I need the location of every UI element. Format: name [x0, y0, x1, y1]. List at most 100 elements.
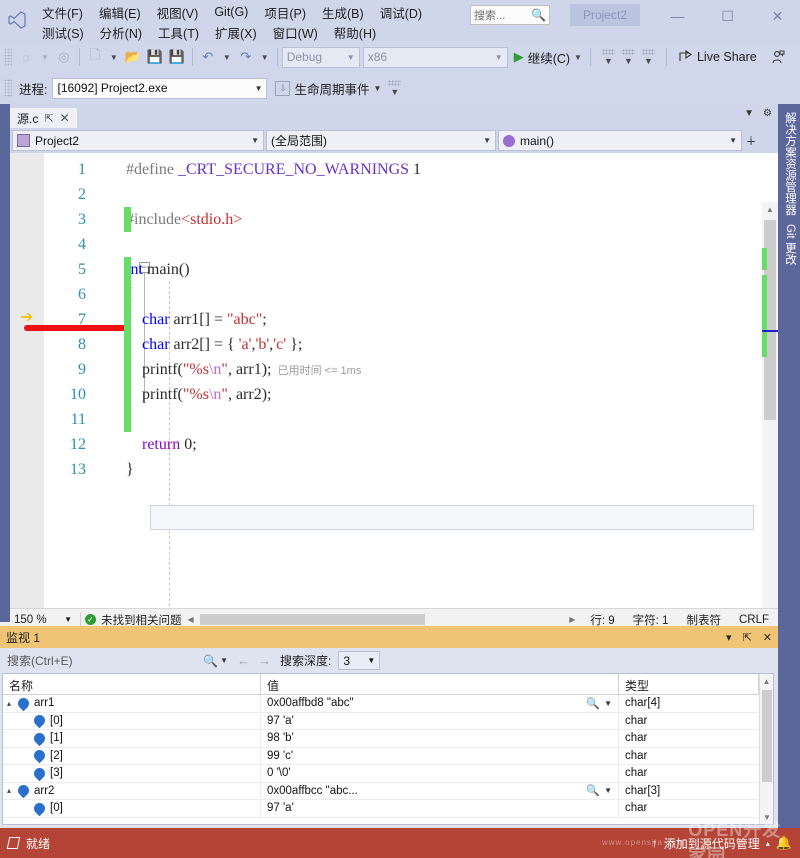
tab-list-chevron-down-icon[interactable]: ▼ — [744, 108, 754, 119]
menu-help[interactable]: 帮助(H) — [326, 21, 384, 44]
code-line[interactable]: 10 printf("%s\n", arr2); — [10, 382, 778, 407]
navigate-back-icon[interactable]: ◌ — [15, 46, 37, 68]
value-visualizer[interactable]: 🔍 ▼ — [586, 784, 612, 797]
close-icon[interactable]: ✕ — [60, 111, 70, 125]
menu-window[interactable]: 窗口(W) — [265, 21, 326, 44]
code-line[interactable]: 6{ — [10, 282, 778, 307]
column-header-type[interactable]: 类型 — [619, 674, 759, 694]
value-visualizer[interactable]: 🔍 ▼ — [586, 697, 612, 710]
zoom-level-combo[interactable]: 150 % ▼ — [10, 614, 76, 626]
watch-scroll-down-icon[interactable]: ▼ — [760, 810, 773, 824]
visualizer-chevron-down-icon[interactable]: ▼ — [604, 786, 612, 795]
cell-value[interactable]: 0 '\0' — [261, 765, 619, 782]
code-line[interactable]: 9 printf("%s\n", arr1); 已用时间 <= 1ms — [10, 357, 778, 382]
code-line[interactable]: 3 #include<stdio.h> — [10, 207, 778, 232]
continue-play-icon[interactable]: ▶ — [508, 49, 528, 65]
search-depth-combo[interactable]: 3 ▼ — [338, 651, 381, 670]
column-header-value[interactable]: 值 — [261, 674, 619, 694]
nav-project-combo[interactable]: Project2 ▼ — [12, 130, 264, 151]
back-chevron-down-icon[interactable]: ▼ — [37, 53, 53, 62]
hscroll-track[interactable] — [196, 614, 567, 625]
split-view-icon[interactable]: ∔ — [744, 134, 758, 148]
scroll-up-arrow-icon[interactable]: ▲ — [762, 202, 778, 217]
hscroll-right-arrow-icon[interactable]: ▶ — [569, 615, 575, 624]
column-header-name[interactable]: 名称 — [3, 674, 261, 694]
watch-pin-icon[interactable]: ⇱ — [743, 631, 752, 644]
redo-chevron-down-icon[interactable]: ▼ — [257, 53, 273, 62]
close-button[interactable]: ✕ — [755, 4, 800, 28]
bell-icon[interactable]: 🔔 — [776, 835, 792, 851]
code-line[interactable]: 4 — [10, 232, 778, 257]
navigate-forward-icon[interactable]: ◎ — [53, 46, 75, 68]
save-all-icon[interactable]: 💾 — [166, 46, 188, 68]
watch-grid[interactable]: 名称 值 类型 ▴arr10x00affbd8 "abc"🔍▼char[4]▸[… — [2, 673, 774, 825]
live-share-button[interactable]: Live Share — [679, 49, 757, 65]
lifecycle-events-button[interactable]: ⇩ 生命周期事件 ▼ — [275, 79, 381, 98]
dock-tab-solution-explorer[interactable]: 解决方案资源管理器 — [782, 104, 798, 216]
table-row[interactable]: ▸ [3] 0 '\0' char — [3, 765, 773, 783]
step-out-icon[interactable]: ▼ — [641, 48, 656, 66]
editor-vertical-scrollbar[interactable]: ▲ ▼ — [762, 202, 778, 608]
watch-search-input[interactable]: 搜索(Ctrl+E) 🔍 ▼ — [4, 650, 232, 671]
watch-close-icon[interactable]: ✕ — [763, 631, 772, 644]
code-editor-surface[interactable]: ➔ − 1 #define _CRT_SECURE_NO_WARNINGS 123… — [10, 153, 778, 608]
code-line[interactable]: 2 — [10, 182, 778, 207]
visualizer-chevron-down-icon[interactable]: ▼ — [604, 699, 612, 708]
code-line[interactable]: 5 int main() — [10, 257, 778, 282]
menu-extensions[interactable]: 扩展(X) — [207, 21, 265, 44]
toolbar-grip[interactable] — [4, 48, 12, 66]
nav-scope-combo[interactable]: (全局范围) ▼ — [266, 130, 496, 151]
hscroll-thumb[interactable] — [199, 614, 425, 625]
continue-chevron-down-icon[interactable]: ▼ — [570, 53, 586, 62]
open-file-icon[interactable]: 📂 — [122, 46, 144, 68]
tab-source-file[interactable]: 源.c ⇱ ✕ — [10, 106, 77, 128]
code-line[interactable]: 7 char arr1[] = "abc"; — [10, 307, 778, 332]
cell-value[interactable]: 0x00affbcc "abc... 🔍 ▼ — [261, 782, 619, 799]
watch-vertical-scrollbar[interactable]: ▲ ▼ — [759, 674, 773, 824]
nav-member-combo[interactable]: main() ▼ — [498, 130, 742, 151]
table-row[interactable]: ▴ arr2 0x00affbcc "abc... 🔍 ▼ char[3] — [3, 782, 773, 800]
code-line[interactable]: 8 char arr2[] = { 'a','b','c' }; — [10, 332, 778, 357]
watch-search-chevron-down-icon[interactable]: ▼ — [220, 656, 228, 665]
expand-collapse-triangle-icon[interactable]: ▴ — [7, 699, 18, 708]
menu-test[interactable]: 测试(S) — [34, 21, 92, 44]
code-line[interactable]: 1 #define _CRT_SECURE_NO_WARNINGS 1 — [10, 157, 778, 182]
table-row[interactable]: ▸ [0] 97 'a' char — [3, 712, 773, 730]
source-control-status[interactable]: ↑ 添加到源代码管理 ▴ 🔔 — [652, 835, 792, 852]
watch-next-icon[interactable]: → — [255, 653, 274, 668]
process-combo[interactable]: [16092] Project2.exe ▼ — [52, 77, 268, 99]
toolbar2-grip[interactable] — [4, 79, 12, 97]
maximize-button[interactable]: ☐ — [705, 4, 750, 28]
table-row[interactable]: ▴ arr1 0x00affbd8 "abc" 🔍 ▼ char[4] — [3, 695, 773, 713]
feedback-icon[interactable] — [767, 46, 789, 68]
solution-platform-combo[interactable]: x86 ▼ — [362, 46, 508, 68]
table-row[interactable]: ▸ [0] 97 'a' char — [3, 800, 773, 818]
new-item-icon[interactable]: 🗋 — [84, 46, 106, 68]
solution-config-combo[interactable]: Debug ▼ — [281, 46, 360, 68]
watch-scroll-up-icon[interactable]: ▲ — [760, 674, 773, 688]
cell-value[interactable]: 97 'a' — [261, 712, 619, 729]
code-line[interactable]: 12 return 0; — [10, 432, 778, 457]
code-line[interactable]: 11 — [10, 407, 778, 432]
code-line[interactable]: 13} — [10, 457, 778, 482]
menu-git[interactable]: Git(G) — [206, 3, 256, 21]
toolbar2-overflow-icon[interactable]: ▼ — [387, 79, 402, 97]
step-over-icon[interactable]: ▼ — [601, 48, 616, 66]
hscroll-left-arrow-icon[interactable]: ◀ — [188, 615, 194, 624]
cell-value[interactable]: 97 'a' — [261, 800, 619, 817]
table-row[interactable]: ▸ [1] 98 'b' char — [3, 730, 773, 748]
cell-value[interactable]: 0x00affbd8 "abc" 🔍 ▼ — [261, 695, 619, 712]
pin-icon[interactable]: ⇱ — [44, 112, 53, 125]
expand-collapse-triangle-icon[interactable]: ▴ — [7, 786, 18, 795]
watch-scroll-thumb[interactable] — [762, 690, 772, 782]
dock-tab-git-changes[interactable]: Git 更改 — [782, 216, 798, 265]
save-icon[interactable]: 💾 — [144, 46, 166, 68]
new-item-chevron-down-icon[interactable]: ▼ — [106, 53, 122, 62]
triangle-up-icon[interactable]: ▴ — [766, 839, 770, 848]
menu-analyze[interactable]: 分析(N) — [92, 21, 150, 44]
table-row[interactable]: ▸ [2] 99 'c' char — [3, 747, 773, 765]
menu-tools[interactable]: 工具(T) — [150, 21, 207, 44]
cell-value[interactable]: 98 'b' — [261, 730, 619, 747]
cell-value[interactable]: 99 'c' — [261, 747, 619, 764]
editor-horizontal-scrollbar[interactable]: ◀ ▶ — [182, 614, 582, 625]
